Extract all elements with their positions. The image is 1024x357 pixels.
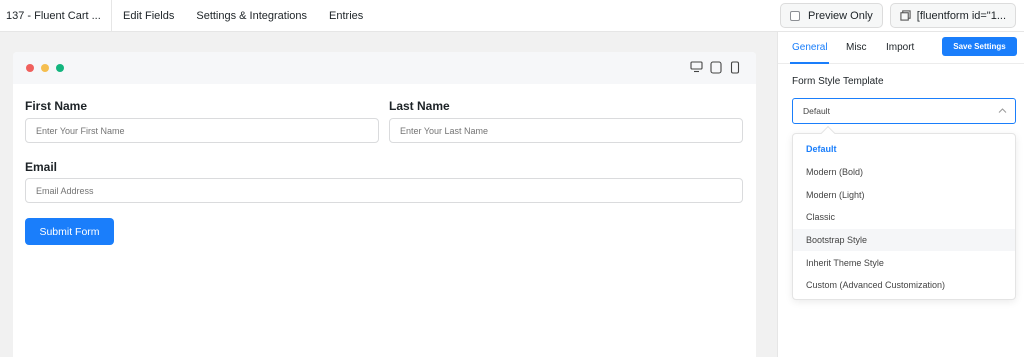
- first-name-label: First Name: [25, 99, 88, 113]
- top-bar: 137 - Fluent Cart ... Edit Fields Settin…: [0, 0, 1024, 32]
- tab-general[interactable]: General: [792, 42, 828, 53]
- nav-settings-integrations[interactable]: Settings & Integrations: [196, 10, 307, 22]
- option-bootstrap-style[interactable]: Bootstrap Style: [793, 228, 1015, 252]
- email-label: Email: [25, 160, 58, 174]
- shortcode-copy-button[interactable]: [fluentform id="1...: [889, 3, 1016, 28]
- desktop-icon[interactable]: [690, 61, 703, 73]
- last-name-label: Last Name: [389, 99, 450, 113]
- first-name-input[interactable]: Enter Your First Name: [25, 118, 379, 143]
- option-classic[interactable]: Classic: [793, 206, 1015, 229]
- option-modern-light[interactable]: Modern (Light): [793, 183, 1015, 206]
- select-value: Default: [803, 106, 830, 116]
- option-custom-advanced[interactable]: Custom (Advanced Customization): [793, 274, 1015, 297]
- checkbox-icon[interactable]: [790, 10, 800, 21]
- option-inherit-theme-style[interactable]: Inherit Theme Style: [793, 251, 1015, 274]
- form-style-select[interactable]: Default: [792, 98, 1016, 124]
- tablet-icon[interactable]: [710, 61, 722, 74]
- option-modern-bold[interactable]: Modern (Bold): [793, 161, 1015, 184]
- window-minimize-dot: [41, 64, 49, 72]
- preview-only-toggle[interactable]: Preview Only: [780, 3, 883, 28]
- active-tab-indicator: [790, 62, 829, 64]
- submit-button[interactable]: Submit Form: [25, 218, 114, 245]
- copy-icon: [900, 10, 911, 21]
- top-nav: Edit Fields Settings & Integrations Entr…: [112, 0, 374, 32]
- shortcode-text: [fluentform id="1...: [916, 9, 1006, 22]
- mobile-icon[interactable]: [730, 61, 740, 74]
- window-close-dot: [26, 64, 34, 72]
- form-title: 137 - Fluent Cart ...: [0, 0, 112, 32]
- preview-only-label: Preview Only: [808, 9, 873, 22]
- browser-bar: [13, 52, 756, 84]
- tab-misc[interactable]: Misc: [846, 42, 867, 53]
- settings-panel: General Misc Import Save Settings Form S…: [777, 32, 1024, 357]
- window-maximize-dot: [56, 64, 64, 72]
- save-settings-button[interactable]: Save Settings: [942, 37, 1017, 56]
- nav-entries[interactable]: Entries: [329, 10, 363, 22]
- email-input[interactable]: Email Address: [25, 178, 743, 203]
- tab-import[interactable]: Import: [886, 42, 914, 53]
- option-default[interactable]: Default: [793, 138, 1015, 161]
- last-name-input[interactable]: Enter Your Last Name: [389, 118, 743, 143]
- settings-tabs: General Misc Import Save Settings: [778, 32, 1024, 64]
- form-style-template-label: Form Style Template: [792, 76, 884, 87]
- chevron-up-icon: [998, 108, 1007, 113]
- nav-edit-fields[interactable]: Edit Fields: [123, 10, 174, 22]
- form-style-dropdown: Default Modern (Bold) Modern (Light) Cla…: [792, 125, 1016, 300]
- form-preview: First Name Enter Your First Name Last Na…: [13, 52, 756, 357]
